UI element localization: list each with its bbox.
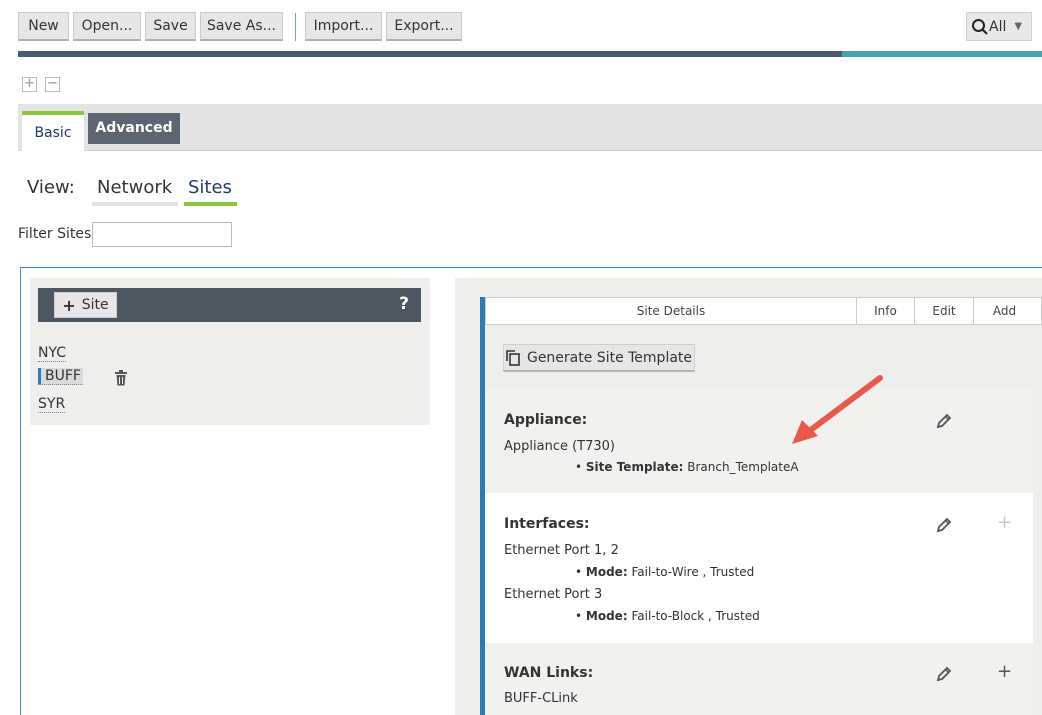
view-label: View:	[27, 177, 75, 198]
tab-advanced[interactable]: Advanced	[88, 113, 180, 144]
interface-port-3-mode: • Mode: Fail-to-Block , Trusted	[575, 609, 760, 623]
filter-sites-input[interactable]	[92, 222, 232, 247]
edit-wan-pencil-icon[interactable]	[935, 665, 953, 687]
new-button[interactable]: New	[18, 12, 69, 41]
filter-sites-label: Filter Sites:	[18, 226, 97, 242]
expand-all-icon[interactable]: +	[22, 77, 37, 92]
view-sites-option[interactable]: Sites	[184, 177, 237, 206]
search-scope-label: All	[989, 18, 1007, 35]
interfaces-section: Interfaces: Ethernet Port 1, 2 • Mode: F…	[485, 493, 1033, 643]
site-item-nyc[interactable]: NYC	[38, 345, 67, 362]
annotation-arrow-icon	[792, 375, 883, 444]
plus-icon: +	[62, 295, 76, 315]
appliance-template-item: • Site Template: Branch_TemplateA	[575, 460, 799, 474]
wan-links-title: WAN Links:	[504, 665, 594, 681]
import-button[interactable]: Import...	[305, 12, 382, 41]
add-wan-link-plus-icon[interactable]: +	[997, 661, 1012, 682]
wan-links-section: WAN Links: BUFF-CLink +	[485, 643, 1033, 715]
interface-port-3: Ethernet Port 3	[504, 587, 603, 602]
sites-panel: + Site ? NYC BUFF SYR	[30, 278, 430, 425]
save-button[interactable]: Save	[145, 12, 196, 41]
add-site-label: Site	[81, 297, 109, 313]
site-details-title: Site Details	[636, 304, 706, 318]
export-button[interactable]: Export...	[386, 12, 462, 41]
appliance-title: Appliance:	[504, 412, 588, 428]
tab-edit[interactable]: Edit	[914, 298, 973, 324]
edit-interfaces-pencil-icon[interactable]	[935, 516, 953, 538]
wan-link-item: BUFF-CLink	[504, 691, 578, 706]
site-item-syr[interactable]: SYR	[38, 396, 66, 413]
trash-icon[interactable]	[114, 370, 128, 390]
tab-basic[interactable]: Basic	[22, 111, 84, 151]
interface-port-1-2-mode: • Mode: Fail-to-Wire , Trusted	[575, 565, 755, 579]
help-icon[interactable]: ?	[399, 294, 409, 314]
tab-bar: Basic Advanced	[18, 104, 1042, 151]
appliance-model: Appliance (T730)	[504, 439, 616, 454]
collapse-all-icon[interactable]: −	[45, 77, 60, 92]
interfaces-title: Interfaces:	[504, 516, 590, 532]
site-item-buff[interactable]: BUFF	[38, 368, 83, 385]
toolbar-divider	[295, 13, 296, 41]
generate-site-template-label: Generate Site Template	[526, 349, 693, 366]
generate-site-template-button[interactable]: Generate Site Template	[503, 344, 695, 372]
chevron-down-icon: ▼	[1014, 21, 1023, 32]
view-network-option[interactable]: Network	[92, 177, 179, 206]
search-icon	[972, 18, 988, 35]
site-details-header: Site Details Info Edit Add	[485, 297, 1042, 325]
sites-panel-header: + Site ?	[38, 288, 421, 322]
edit-appliance-pencil-icon[interactable]	[935, 412, 953, 434]
appliance-section: Appliance: Appliance (T730) • Site Templ…	[485, 389, 1033, 493]
progress-fill	[18, 51, 843, 57]
add-interface-plus-icon[interactable]: +	[997, 512, 1012, 533]
progress-bar	[18, 51, 1042, 57]
tab-info[interactable]: Info	[856, 298, 914, 324]
add-site-button[interactable]: + Site	[54, 292, 117, 318]
open-button[interactable]: Open...	[73, 12, 141, 41]
copy-icon	[506, 349, 520, 366]
save-as-button[interactable]: Save As...	[200, 12, 283, 41]
tab-add[interactable]: Add	[973, 298, 1035, 324]
interface-port-1-2: Ethernet Port 1, 2	[504, 543, 619, 558]
search-scope-select[interactable]: All ▼	[966, 12, 1032, 41]
